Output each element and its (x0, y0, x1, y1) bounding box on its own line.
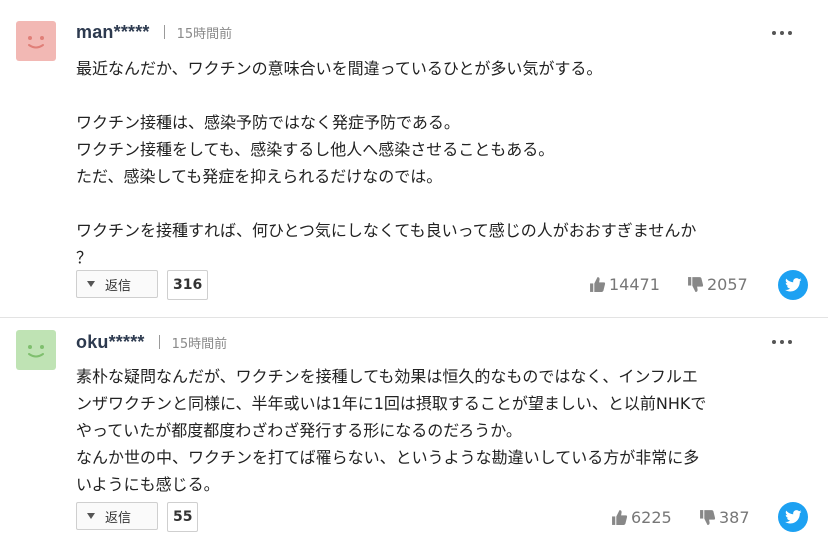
username[interactable]: man***** (76, 22, 150, 43)
comment-line: ？ (76, 248, 93, 267)
smiley-icon (28, 36, 44, 49)
smiley-icon (28, 345, 44, 358)
thumbs-up-icon (612, 510, 628, 525)
like-button[interactable]: 6225 (611, 508, 672, 527)
comment-line: ワクチンを接種すれば、何ひとつ気にしなくても良いって感じの人がおおすぎませんか (76, 221, 697, 240)
comment-body: 素朴な疑問なんだが、ワクチンを接種しても効果は恒久的なものではなく、インフルエ … (76, 363, 806, 498)
comment-line: いようにも感じる。 (76, 475, 220, 494)
timestamp: 15時間前 (171, 336, 228, 352)
comment-line: やっていたが都度都度わざわざ発行する形になるのだろうか。 (76, 421, 522, 440)
caret-down-icon (87, 513, 95, 519)
comment-header: oku***** 15時間前 (76, 331, 227, 353)
comment-line: なんか世の中、ワクチンを打てば罹らない、というような勘違いしている方が非常に多 (76, 448, 700, 467)
comment-line: 最近なんだか、ワクチンの意味合いを間違っているひとが多い気がする。 (76, 59, 603, 78)
like-button[interactable]: 14471 (589, 275, 660, 294)
dislike-count: 387 (719, 508, 750, 527)
comment-line: 素朴な疑問なんだが、ワクチンを接種しても効果は恒久的なものではなく、インフルエ (76, 367, 698, 386)
comment-line: ワクチン接種は、感染予防ではなく発症予防である。 (76, 113, 460, 132)
caret-down-icon (87, 281, 95, 287)
twitter-bird-icon (784, 510, 802, 524)
timestamp: 15時間前 (176, 26, 233, 42)
thumbs-down-icon (700, 510, 716, 525)
thumbs-up-icon (590, 277, 606, 292)
twitter-share-button[interactable] (778, 270, 808, 300)
header-divider (163, 25, 165, 39)
like-count: 14471 (609, 275, 660, 294)
like-count: 6225 (631, 508, 672, 527)
reply-count-badge: 316 (167, 270, 209, 300)
reply-button[interactable]: 返信 (76, 502, 158, 530)
dislike-button[interactable]: 387 (699, 508, 750, 527)
reply-count-badge: 55 (167, 502, 199, 532)
dislike-count: 2057 (707, 275, 748, 294)
user-avatar[interactable] (16, 330, 56, 370)
comment-header: man***** 15時間前 (76, 21, 232, 43)
comment-card: oku***** 15時間前 素朴な疑問なんだが、ワクチンを接種しても効果は恒久… (0, 318, 828, 551)
twitter-bird-icon (784, 278, 802, 292)
comment-line: ただ、感染しても発症を抑えられるだけなのでは。 (76, 167, 443, 186)
reply-label: 返信 (105, 278, 132, 294)
reply-button[interactable]: 返信 (76, 270, 158, 298)
comment-card: man***** 15時間前 最近なんだか、ワクチンの意味合いを間違っているひと… (0, 0, 828, 318)
user-avatar[interactable] (16, 21, 56, 61)
username[interactable]: oku***** (76, 332, 145, 353)
comment-line: ンザワクチンと同様に、半年或いは1年に1回は摂取することが望ましい、と以前NHK… (76, 394, 707, 413)
dislike-button[interactable]: 2057 (687, 275, 748, 294)
comment-body: 最近なんだか、ワクチンの意味合いを間違っているひとが多い気がする。 ワクチン接種… (76, 55, 806, 271)
twitter-share-button[interactable] (778, 502, 808, 532)
header-divider (158, 335, 160, 349)
thumbs-down-icon (688, 277, 704, 292)
reply-label: 返信 (105, 510, 132, 526)
more-options-icon[interactable] (772, 28, 794, 38)
comment-line: ワクチン接種をしても、感染するし他人へ感染させることもある。 (76, 140, 555, 159)
more-options-icon[interactable] (772, 337, 794, 347)
